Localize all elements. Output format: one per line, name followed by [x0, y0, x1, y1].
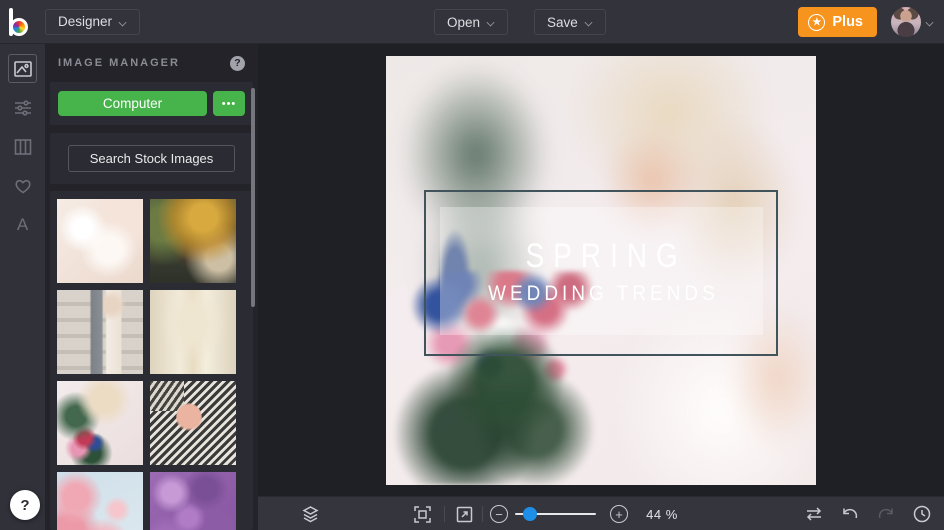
toolbar-divider	[444, 506, 445, 522]
sidebar-item-text[interactable]: A	[8, 210, 37, 239]
panel-help-icon[interactable]: ?	[230, 55, 245, 71]
sidebar-item-favorites[interactable]	[8, 171, 37, 200]
befunky-logo-icon[interactable]	[9, 7, 33, 36]
plus-label: Plus	[832, 14, 863, 30]
zoom-slider-track[interactable]	[515, 507, 596, 521]
stock-image-list	[50, 191, 253, 530]
stock-image-thumbnail[interactable]	[57, 290, 143, 374]
redo-button[interactable]	[872, 497, 900, 530]
user-menu[interactable]	[891, 7, 934, 37]
save-label: Save	[547, 14, 578, 30]
designer-mode-label: Designer	[58, 14, 113, 29]
chevron-down-icon	[119, 18, 127, 26]
compare-arrows-icon	[806, 507, 822, 521]
logo-color-wheel	[10, 17, 28, 36]
chevron-down-icon	[487, 18, 495, 26]
open-label: Open	[447, 14, 481, 30]
fit-to-screen-button[interactable]	[408, 497, 436, 530]
history-button[interactable]	[908, 497, 936, 530]
redo-icon	[878, 508, 893, 519]
design-text-overlay[interactable]: SPRING WEDDING TRENDS	[440, 207, 763, 335]
top-bar: Designer Open Save ★ Plus	[0, 0, 944, 44]
plus-icon: +	[610, 505, 628, 523]
befunky-designer-app: Designer Open Save ★ Plus A ? IMAGE MANA…	[0, 0, 944, 530]
zoom-out-button[interactable]: −	[488, 497, 510, 530]
stock-image-thumbnail[interactable]	[57, 199, 143, 283]
toolbar-divider	[482, 506, 483, 522]
upgrade-plus-button[interactable]: ★ Plus	[798, 7, 877, 37]
resize-button[interactable]	[450, 497, 478, 530]
zoom-percentage: 44 %	[646, 506, 678, 522]
star-icon: ★	[808, 13, 826, 31]
image-manager-panel: IMAGE MANAGER ? Computer ••• Search Stoc…	[45, 44, 258, 530]
file-actions: Open Save	[434, 9, 606, 35]
resize-arrow-icon	[456, 506, 472, 522]
heart-icon	[14, 179, 31, 193]
minus-icon: −	[490, 505, 508, 523]
stock-image-thumbnail[interactable]	[57, 472, 143, 530]
overlay-title: SPRING	[525, 236, 687, 275]
stock-image-thumbnail[interactable]	[57, 381, 143, 465]
undo-icon	[843, 508, 858, 519]
text-tool-icon: A	[16, 214, 29, 234]
panel-header: IMAGE MANAGER ?	[45, 44, 258, 82]
sidebar-item-edit[interactable]	[8, 93, 37, 122]
search-stock-images-button[interactable]: Search Stock Images	[68, 145, 235, 172]
save-dropdown[interactable]: Save	[534, 9, 606, 35]
compare-button[interactable]	[800, 497, 828, 530]
open-dropdown[interactable]: Open	[434, 9, 509, 35]
sliders-icon	[14, 99, 31, 116]
panel-title: IMAGE MANAGER	[58, 57, 180, 69]
sidebar-item-layouts[interactable]	[8, 132, 37, 161]
tools-rail: A ?	[0, 44, 45, 530]
upload-section: Computer •••	[50, 82, 253, 125]
stock-image-thumbnail[interactable]	[150, 199, 236, 283]
user-avatar	[891, 7, 921, 37]
chevron-down-icon	[926, 18, 934, 26]
zoom-in-button[interactable]: +	[608, 497, 630, 530]
columns-icon	[14, 138, 31, 155]
more-sources-button[interactable]: •••	[213, 91, 245, 116]
zoom-slider-thumb[interactable]	[523, 507, 537, 521]
undo-button[interactable]	[836, 497, 864, 530]
account-area: ★ Plus	[798, 0, 934, 44]
overlay-subtitle: WEDDING TRENDS	[488, 281, 719, 305]
stock-image-thumbnail[interactable]	[150, 290, 236, 374]
stock-image-thumbnail[interactable]	[150, 472, 236, 530]
computer-upload-button[interactable]: Computer	[58, 91, 207, 116]
design-canvas-photo[interactable]: SPRING WEDDING TRENDS	[386, 56, 816, 485]
chevron-down-icon	[585, 18, 593, 26]
help-button[interactable]: ?	[10, 490, 40, 520]
sidebar-item-image-manager[interactable]	[8, 54, 37, 83]
image-icon	[13, 60, 32, 77]
bottom-toolbar: − + 44 %	[258, 496, 944, 530]
canvas-workspace: SPRING WEDDING TRENDS	[258, 44, 944, 496]
designer-mode-dropdown[interactable]: Designer	[45, 8, 141, 35]
fit-screen-icon	[413, 505, 431, 523]
history-clock-icon	[913, 505, 931, 523]
layers-button[interactable]	[296, 497, 324, 530]
stock-image-thumbnail[interactable]	[150, 381, 236, 465]
stock-search-section: Search Stock Images	[50, 133, 253, 184]
layers-icon	[301, 505, 319, 522]
panel-scrollbar[interactable]	[251, 88, 255, 307]
